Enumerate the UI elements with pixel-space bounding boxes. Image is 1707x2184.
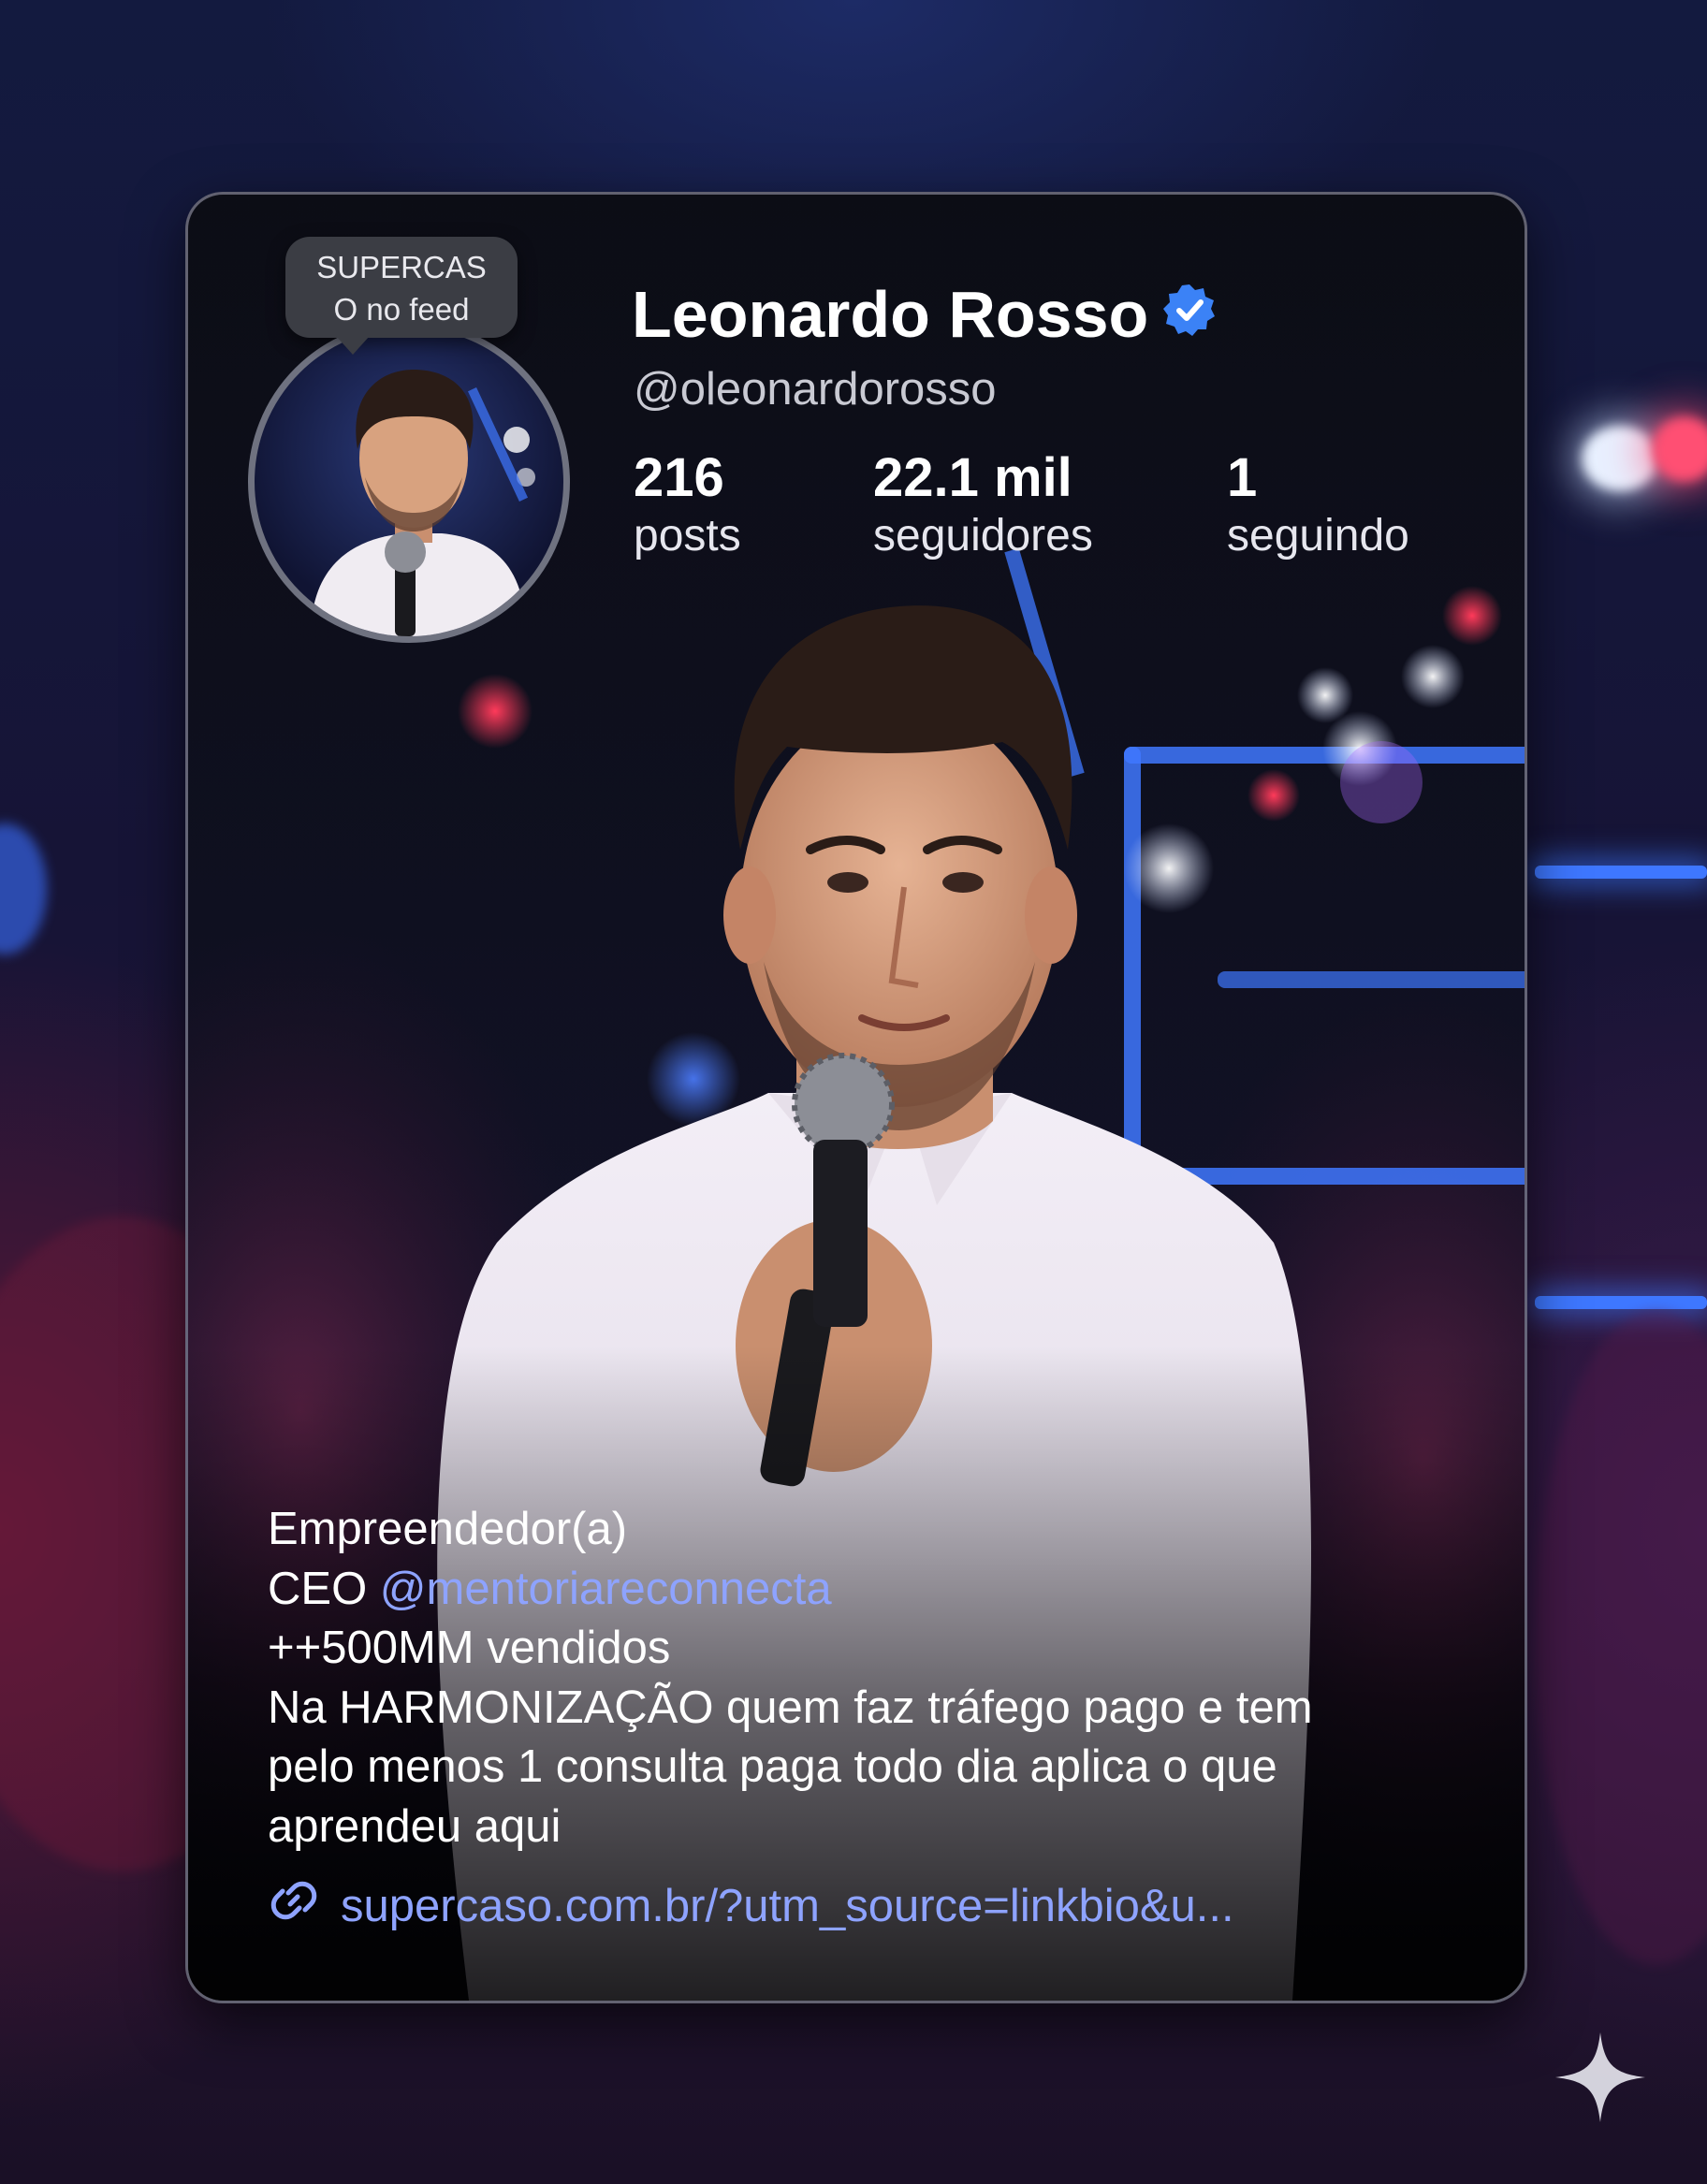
- bio-line-3: ++500MM vendidos: [268, 1623, 671, 1673]
- stat-posts[interactable]: 216 posts: [634, 447, 741, 563]
- profile-handle: @oleonardorosso: [634, 364, 997, 415]
- stat-posts-value: 216: [634, 447, 724, 508]
- bio-line-5: pelo menos 1 consulta paga todo dia apli…: [268, 1741, 1277, 1792]
- profile-name-text: Leonardo Rosso: [632, 278, 1149, 351]
- verified-badge-icon: [1161, 278, 1218, 353]
- stat-followers[interactable]: 22.1 mil seguidores: [873, 447, 1093, 563]
- story-tooltip[interactable]: SUPERCAS O no feed: [285, 237, 518, 355]
- stat-following[interactable]: 1 seguindo: [1227, 447, 1409, 563]
- stat-followers-label: seguidores: [873, 511, 1093, 561]
- tooltip-line2: O no feed: [333, 292, 470, 327]
- link-icon: [268, 1874, 320, 1938]
- bio-link-text: supercaso.com.br/?utm_source=linkbio&u..…: [341, 1881, 1234, 1931]
- profile-name: Leonardo Rosso: [632, 277, 1218, 353]
- bio-mention-link[interactable]: @mentoriareconnecta: [380, 1564, 832, 1614]
- bio-ceo-prefix: CEO: [268, 1563, 380, 1614]
- stat-following-value: 1: [1227, 447, 1258, 508]
- bio-line-4: Na HARMONIZAÇÃO quem faz tráfego pago e …: [268, 1682, 1313, 1733]
- bio-line-1: Empreendedor(a): [268, 1504, 628, 1554]
- bio-link[interactable]: supercaso.com.br/?utm_source=linkbio&u..…: [268, 1874, 1234, 1938]
- stat-posts-label: posts: [634, 511, 741, 561]
- stat-following-label: seguindo: [1227, 511, 1409, 561]
- avatar-photo: [311, 370, 535, 636]
- profile-card: SUPERCAS O no feed Leonardo Rosso @oleon…: [185, 192, 1527, 2003]
- sparkle-icon: [1554, 2031, 1647, 2129]
- profile-bio: Empreendedor(a) CEO @mentoriareconnecta …: [268, 1500, 1484, 1856]
- tooltip-line1: SUPERCAS: [316, 250, 487, 284]
- stat-followers-value: 22.1 mil: [873, 447, 1072, 508]
- bio-line-6: aprendeu aqui: [268, 1800, 562, 1852]
- profile-avatar[interactable]: [248, 321, 570, 643]
- bio-line-2: CEO @mentoriareconnecta: [268, 1560, 1484, 1620]
